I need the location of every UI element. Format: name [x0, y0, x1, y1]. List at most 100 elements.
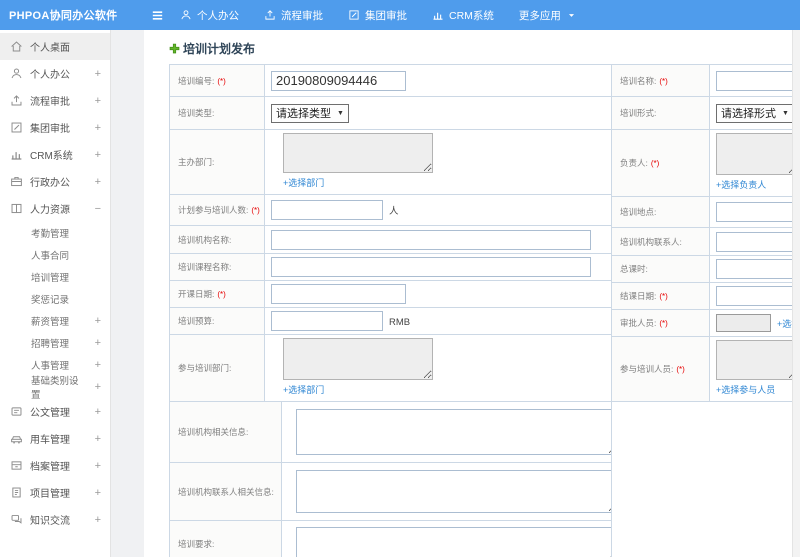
collapse-icon[interactable]: − — [95, 203, 101, 215]
sidebar-item-label: 流程审批 — [30, 97, 70, 108]
host-department-textarea[interactable] — [283, 133, 433, 173]
nav-item-workflow-approval[interactable]: 流程审批 — [264, 8, 323, 23]
sidebar-item-label: 行政办公 — [30, 178, 70, 189]
sidebar-item-project-management[interactable]: 项目管理 + — [0, 479, 110, 506]
training-participants-textarea[interactable] — [716, 340, 798, 380]
sidebar-item-human-resources[interactable]: 人力资源 − — [0, 195, 110, 222]
chevron-down-icon: ▼ — [782, 109, 789, 117]
training-requirements-textarea[interactable] — [296, 527, 611, 557]
nav-item-label: 个人办公 — [197, 9, 239, 22]
sidebar-item-admin-office[interactable]: 行政办公 + — [0, 168, 110, 195]
sidebar-item-training-management[interactable]: 培训管理 — [0, 266, 110, 288]
expand-icon[interactable]: + — [95, 122, 101, 134]
participating-departments-textarea[interactable] — [283, 338, 433, 380]
training-org-info-textarea[interactable] — [296, 409, 611, 455]
page-title: 培训计划发布 — [169, 40, 800, 56]
form-row-approver: 审批人员:(*)+选择审批人员 — [611, 309, 800, 337]
training-participants-link[interactable]: +选择参与人员 — [716, 383, 775, 396]
form-table-left: 培训编号:(*)培训类型:请选择类型▼主办部门:+选择部门计划参与培训人数:(*… — [169, 64, 612, 402]
sidebar-item-knowledge-exchange[interactable]: 知识交流 + — [0, 506, 110, 533]
sidebar-item-label: 奖惩记录 — [31, 295, 70, 306]
nav-item-group-approval[interactable]: 集团审批 — [348, 8, 407, 23]
expand-icon[interactable]: + — [95, 460, 101, 472]
vertical-scrollbar[interactable] — [792, 30, 800, 557]
total-class-hours-label: 总课时: — [611, 255, 710, 283]
training-number-input[interactable] — [271, 70, 406, 91]
sidebar-item-recruitment-management[interactable]: 招聘管理 + — [0, 332, 110, 354]
project-icon — [10, 486, 23, 499]
form-row-training-course-name: 培训课程名称: — [169, 253, 612, 281]
host-department-label: 主办部门: — [169, 129, 265, 195]
nav-item-crm-system[interactable]: CRM系统 — [432, 8, 494, 23]
training-plan-form: 培训编号:(*)培训类型:请选择类型▼主办部门:+选择部门计划参与培训人数:(*… — [169, 64, 800, 557]
start-date-input[interactable] — [271, 284, 406, 304]
sidebar-item-crm-system[interactable]: CRM系统 + — [0, 141, 110, 168]
sidebar-item-label: 个人办公 — [30, 70, 70, 81]
sidebar-item-label: 培训管理 — [31, 273, 70, 284]
sidebar-item-personnel-contract[interactable]: 人事合同 — [0, 244, 110, 266]
sidebar: 个人桌面 个人办公 + 流程审批 + 集团审批 + CRM系统 + 行政办公 + 人力资源 − 考勤管理人… — [0, 30, 111, 557]
expand-icon[interactable]: + — [95, 433, 101, 445]
required-marker: (*) — [217, 290, 226, 299]
expand-icon[interactable]: + — [95, 337, 101, 349]
book-icon — [10, 202, 23, 215]
training-form-select[interactable]: 请选择形式 ▼ — [716, 103, 794, 123]
sidebar-item-salary-management[interactable]: 薪资管理 + — [0, 310, 110, 332]
sidebar-item-personal-office[interactable]: 个人办公 + — [0, 60, 110, 87]
sidebar-item-workflow-approval[interactable]: 流程审批 + — [0, 87, 110, 114]
training-name-label: 培训名称: (*) — [611, 64, 710, 97]
form-row-host-department: 主办部门: +选择部门 — [169, 129, 612, 195]
approver-label: 审批人员: (*) — [611, 309, 710, 337]
expand-icon[interactable]: + — [95, 68, 101, 80]
sidebar-item-label: 人事管理 — [31, 361, 70, 372]
sidebar-item-attendance-management[interactable]: 考勤管理 — [0, 222, 110, 244]
end-date-label: 结课日期: (*) — [611, 282, 710, 310]
training-location-input[interactable] — [716, 202, 799, 222]
sidebar-item-document-management[interactable]: 公文管理 + — [0, 398, 110, 425]
training-type-select[interactable]: 请选择类型 ▼ — [271, 103, 349, 123]
training-course-name-input[interactable] — [271, 257, 591, 277]
nav-item-personal-office[interactable]: 个人办公 — [180, 8, 239, 23]
training-org-contact-info-textarea[interactable] — [296, 470, 611, 513]
required-marker: (*) — [217, 76, 226, 86]
expand-icon[interactable]: + — [95, 487, 101, 499]
expand-icon[interactable]: + — [95, 359, 101, 371]
edit-icon — [348, 9, 360, 21]
responsible-person-link[interactable]: +选择负责人 — [716, 178, 766, 191]
sidebar-item-basic-category-settings[interactable]: 基础类别设置 + — [0, 376, 110, 401]
expand-icon[interactable]: + — [95, 406, 101, 418]
training-org-contact-input[interactable] — [716, 231, 799, 252]
nav-item-more-apps[interactable]: 更多应用 — [519, 8, 576, 23]
sidebar-item-vehicle-management[interactable]: 用车管理 + — [0, 425, 110, 452]
sidebar-item-label: 项目管理 — [30, 489, 70, 500]
sidebar-item-personal-desktop[interactable]: 个人桌面 — [0, 33, 110, 60]
menu-toggle-button[interactable] — [148, 6, 166, 24]
user-icon — [10, 67, 23, 80]
sidebar-item-reward-punishment[interactable]: 奖惩记录 — [0, 288, 110, 310]
chart-icon — [432, 9, 444, 21]
responsible-person-textarea[interactable] — [716, 133, 798, 175]
host-department-link[interactable]: +选择部门 — [283, 176, 324, 189]
expand-icon[interactable]: + — [95, 95, 101, 107]
sidebar-item-group-approval[interactable]: 集团审批 + — [0, 114, 110, 141]
end-date-input[interactable] — [716, 286, 799, 306]
total-class-hours-input[interactable] — [716, 259, 799, 279]
expand-icon[interactable]: + — [95, 381, 101, 393]
expand-icon[interactable]: + — [95, 315, 101, 327]
expand-icon[interactable]: + — [95, 176, 101, 188]
approver-box[interactable] — [716, 313, 771, 332]
expand-icon[interactable]: + — [95, 514, 101, 526]
caret-down-icon — [567, 11, 576, 20]
training-name-input[interactable] — [716, 70, 799, 91]
sidebar-item-label: 用车管理 — [30, 435, 70, 446]
participating-departments-link[interactable]: +选择部门 — [283, 383, 324, 396]
training-org-name-input[interactable] — [271, 229, 591, 250]
expand-icon[interactable]: + — [95, 149, 101, 161]
nav-item-label: CRM系统 — [449, 9, 494, 22]
planned-participants-input[interactable] — [271, 200, 383, 220]
sidebar-item-archive-management[interactable]: 档案管理 + — [0, 452, 110, 479]
sidebar-item-label: 个人桌面 — [30, 43, 70, 54]
training-budget-input[interactable] — [271, 311, 383, 331]
user-icon — [180, 9, 192, 21]
training-form-label: 培训形式: — [611, 96, 710, 130]
